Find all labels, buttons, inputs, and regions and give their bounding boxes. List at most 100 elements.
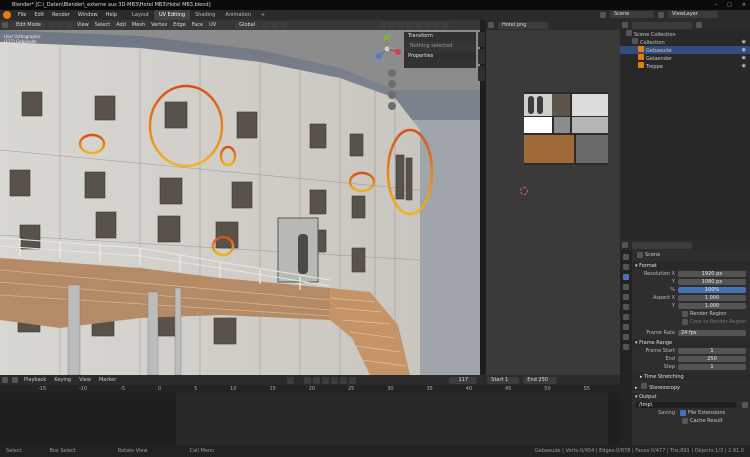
scene-selector[interactable]: Scene [610, 11, 654, 18]
resolution-y-field[interactable]: 1080 px [678, 279, 746, 285]
menu-vertex[interactable]: Vertex [148, 20, 170, 30]
shading-solid-icon[interactable] [424, 21, 432, 29]
sidebar-tab-view[interactable] [478, 66, 485, 81]
sidebar-tab-tool[interactable] [478, 49, 485, 64]
frame-step-field[interactable]: 1 [678, 364, 746, 370]
menu-help[interactable]: Help [102, 10, 121, 20]
menu-render[interactable]: Render [48, 10, 74, 20]
eye-icon[interactable]: ◉ [742, 38, 746, 46]
next-key-icon[interactable] [340, 376, 348, 384]
timeline-start-field[interactable]: Start 1 [487, 376, 520, 384]
editor-type-icon[interactable] [2, 22, 8, 28]
tab-layout[interactable]: Layout [127, 10, 154, 20]
eye-icon[interactable]: ◉ [742, 54, 746, 62]
menu-edge[interactable]: Edge [170, 20, 189, 30]
image-selector[interactable]: Hotel.png [498, 21, 548, 29]
prev-key-icon[interactable] [313, 376, 321, 384]
mode-selector[interactable]: Edit Mode [12, 21, 45, 29]
menu-keying[interactable]: Keying [50, 377, 75, 383]
outliner-item-gelaender[interactable]: Gelaender ◉ [620, 54, 750, 62]
shading-material-icon[interactable] [433, 21, 441, 29]
crop-checkbox[interactable] [682, 319, 688, 325]
menu-file[interactable]: File [14, 10, 30, 20]
visibility-icon[interactable] [379, 21, 387, 29]
minimize-button[interactable]: – [715, 0, 718, 10]
frame-rate-select[interactable]: 24 fps [678, 330, 746, 336]
outliner[interactable]: Scene Collection Collection ◉ Gebaeude ◉ G… [620, 30, 750, 240]
close-button[interactable]: × [742, 0, 746, 10]
menu-window[interactable]: Window [74, 10, 102, 20]
resolution-percent-field[interactable]: 100% [678, 287, 746, 293]
play-reverse-icon[interactable] [322, 376, 330, 384]
frame-range-section-header[interactable]: ▾ Frame Range [632, 339, 750, 347]
timeline-area[interactable] [0, 393, 620, 445]
overlay-toggle-icon[interactable] [397, 21, 405, 29]
timeline-ruler[interactable]: -15 -10 -5 0 5 10 15 20 25 30 35 40 45 50 55 [0, 385, 620, 393]
perspective-toggle-icon[interactable] [388, 102, 396, 110]
file-extensions-checkbox[interactable] [680, 410, 686, 416]
current-frame-field[interactable]: 117 [449, 376, 478, 384]
menu-edit[interactable]: Edit [30, 10, 48, 20]
frame-start-field[interactable]: 1 [678, 348, 746, 354]
outliner-item-gebaeude[interactable]: Gebaeude ◉ [620, 46, 750, 54]
folder-icon[interactable] [742, 402, 748, 408]
properties-panel-header[interactable]: Properties [404, 52, 476, 61]
render-region-checkbox[interactable] [682, 311, 688, 317]
jump-end-icon[interactable] [349, 376, 357, 384]
menu-uv[interactable]: UV [206, 20, 219, 30]
view-layer-selector[interactable]: ViewLayer [668, 11, 718, 18]
outliner-search-input[interactable] [632, 21, 692, 29]
output-path-field[interactable]: /tmp\ [636, 402, 736, 408]
auto-keying-icon[interactable] [12, 377, 18, 383]
tab-animation[interactable]: Animation [220, 10, 256, 20]
menu-playback[interactable]: Playback [20, 377, 50, 383]
face-select-icon[interactable] [65, 21, 73, 29]
properties-search-input[interactable] [632, 241, 692, 249]
gizmo-toggle-icon[interactable] [388, 21, 396, 29]
shading-rendered-icon[interactable] [442, 21, 450, 29]
cache-result-checkbox[interactable] [682, 418, 688, 424]
properties-type-icon[interactable] [622, 242, 628, 248]
frame-end-field[interactable]: 250 [678, 356, 746, 362]
edge-select-icon[interactable] [56, 21, 64, 29]
world-tab-icon[interactable] [623, 304, 629, 310]
scene-tab-icon[interactable] [623, 294, 629, 300]
camera-view-icon[interactable] [388, 91, 396, 99]
outliner-item-treppe[interactable]: Treppe ◉ [620, 62, 750, 70]
render-tab-icon[interactable] [623, 264, 629, 270]
navigation-gizmo[interactable] [372, 34, 402, 64]
xray-toggle-icon[interactable] [406, 21, 414, 29]
output-tab-icon[interactable] [623, 274, 629, 280]
stereoscopy-checkbox[interactable] [641, 383, 648, 389]
tab-uv-editing[interactable]: UV Editing [154, 10, 191, 20]
pan-hand-icon[interactable] [388, 80, 396, 88]
blender-logo-icon[interactable] [3, 11, 11, 19]
proportional-edit-icon[interactable] [280, 21, 288, 29]
2d-cursor-icon[interactable] [520, 187, 528, 195]
menu-view[interactable]: View [74, 20, 92, 30]
outliner-item-collection[interactable]: Collection ◉ [620, 38, 750, 46]
sidebar-tab-item[interactable] [478, 32, 485, 47]
menu-timeline-view[interactable]: View [75, 377, 95, 383]
menu-select[interactable]: Select [92, 20, 113, 30]
menu-add[interactable]: Add [113, 20, 129, 30]
menu-marker[interactable]: Marker [95, 377, 120, 383]
uv-editor[interactable] [486, 30, 620, 375]
play-icon[interactable] [331, 376, 339, 384]
format-section-header[interactable]: ▾ Format [632, 262, 750, 270]
aspect-y-field[interactable]: 1.000 [678, 303, 746, 309]
tool-tab-icon[interactable] [623, 254, 629, 260]
outliner-item-scene-collection[interactable]: Scene Collection [620, 30, 750, 38]
record-icon[interactable] [287, 376, 295, 384]
uv-editor-type-icon[interactable] [488, 22, 494, 28]
view-layer-tab-icon[interactable] [623, 284, 629, 290]
modifier-tab-icon[interactable] [623, 324, 629, 330]
menu-face[interactable]: Face [189, 20, 206, 30]
time-stretching-section-header[interactable]: ▸ Time Stretching [632, 373, 750, 381]
menu-mesh[interactable]: Mesh [129, 20, 148, 30]
timeline-end-field[interactable]: End 250 [523, 376, 558, 384]
timeline-type-icon[interactable] [2, 377, 8, 383]
eye-icon[interactable]: ◉ [742, 46, 746, 54]
aspect-x-field[interactable]: 1.000 [678, 295, 746, 301]
maximize-button[interactable]: □ [727, 0, 732, 10]
